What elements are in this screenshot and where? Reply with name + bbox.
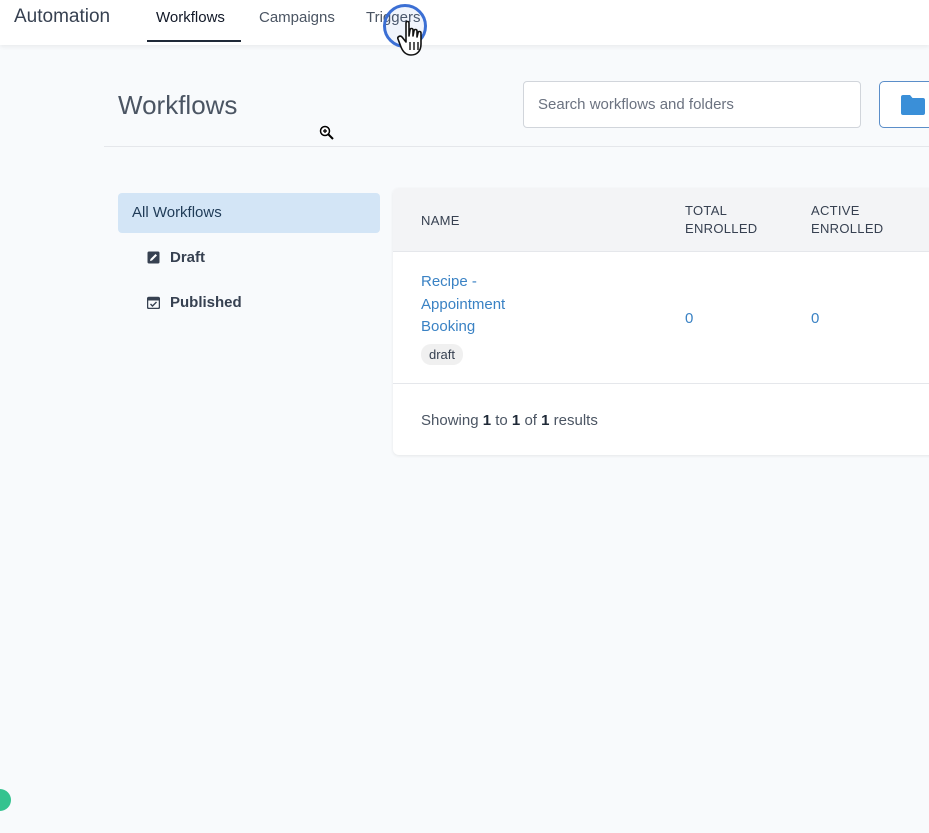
zoom-in-cursor-icon	[319, 125, 334, 140]
active-tab-underline	[147, 40, 241, 42]
header-divider	[104, 146, 929, 147]
top-nav-bar: Automation Workflows Campaigns Triggers	[0, 0, 929, 45]
table-header: NAME TOTAL ENROLLED ACTIVE ENROLLED	[393, 188, 929, 252]
sidebar-item-label: All Workflows	[132, 204, 222, 221]
app-title: Automation	[14, 6, 111, 27]
total-enrolled-value[interactable]: 0	[685, 310, 693, 327]
folder-button[interactable]	[879, 81, 929, 128]
sidebar-item-label: Draft	[170, 249, 206, 266]
page-title: Workflows	[118, 90, 238, 120]
table-row: Recipe - Appointment Booking draft 0 0	[393, 252, 929, 384]
calendar-check-icon	[147, 296, 160, 309]
sidebar-item-all-workflows[interactable]: All Workflows	[118, 193, 380, 233]
tab-workflows[interactable]: Workflows	[156, 9, 225, 26]
column-header-active-enrolled[interactable]: ACTIVE ENROLLED	[811, 202, 883, 238]
sidebar-item-published[interactable]: Published	[118, 283, 380, 323]
active-enrolled-value[interactable]: 0	[811, 310, 819, 327]
column-header-name[interactable]: NAME	[421, 212, 460, 230]
draft-icon	[147, 251, 160, 264]
tab-campaigns[interactable]: Campaigns	[259, 9, 335, 26]
workflows-table-card: NAME TOTAL ENROLLED ACTIVE ENROLLED Reci…	[393, 188, 929, 455]
sidebar-item-draft[interactable]: Draft	[118, 238, 380, 278]
pagination-summary: Showing 1 to 1 of 1 results	[421, 412, 598, 429]
folder-icon	[901, 95, 925, 115]
workflow-name-link[interactable]: Recipe - Appointment Booking	[421, 271, 541, 339]
chat-widget-button[interactable]	[0, 789, 11, 811]
sidebar-item-label: Published	[170, 294, 242, 311]
status-badge: draft	[421, 344, 464, 365]
search-input[interactable]	[523, 81, 861, 128]
column-header-total-enrolled[interactable]: TOTAL ENROLLED	[685, 202, 757, 238]
hand-pointer-icon	[397, 20, 422, 56]
